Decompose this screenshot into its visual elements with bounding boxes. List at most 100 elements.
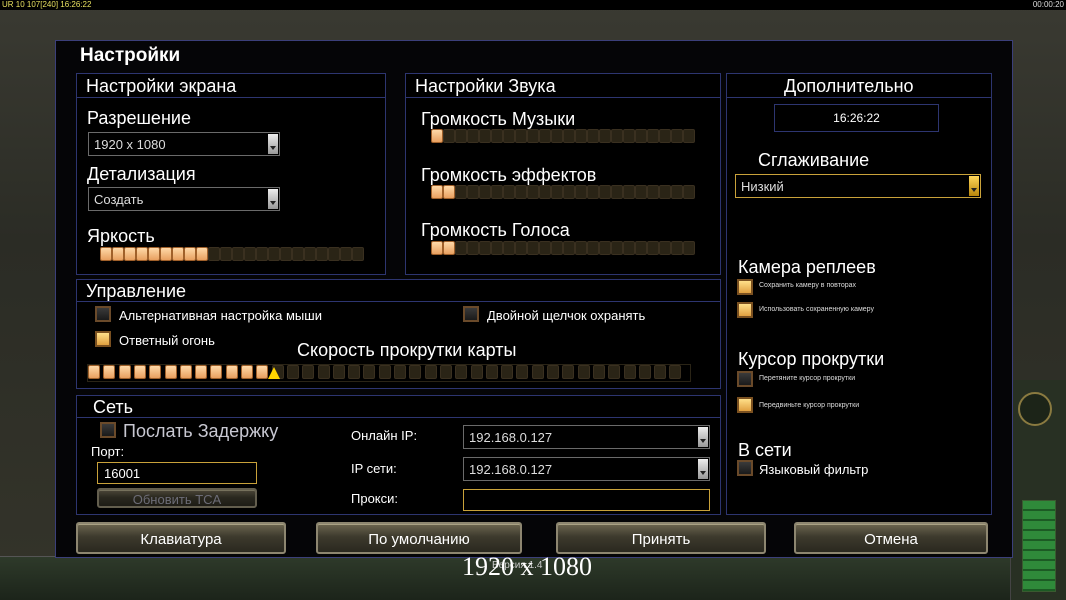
slider-segment[interactable] <box>635 241 647 255</box>
alt-mouse-checkbox[interactable] <box>95 306 111 322</box>
slider-segment[interactable] <box>455 185 467 199</box>
slider-segment[interactable] <box>623 365 636 379</box>
slider-segment[interactable] <box>611 185 623 199</box>
slider-segment[interactable] <box>527 185 539 199</box>
slider-segment[interactable] <box>256 247 268 261</box>
slider-segment[interactable] <box>348 365 361 379</box>
slider-segment[interactable] <box>623 185 635 199</box>
slider-segment[interactable] <box>112 247 124 261</box>
slider-segment[interactable] <box>304 247 316 261</box>
slider-segment[interactable] <box>683 241 695 255</box>
slider-segment[interactable] <box>431 241 443 255</box>
slider-segment[interactable] <box>563 241 575 255</box>
chevron-down-icon[interactable] <box>268 189 278 209</box>
music-volume-slider[interactable] <box>431 129 695 143</box>
slider-segment[interactable] <box>587 129 599 143</box>
slider-segment[interactable] <box>302 365 315 379</box>
slider-segment[interactable] <box>455 365 468 379</box>
slider-segment[interactable] <box>363 365 376 379</box>
slider-segment[interactable] <box>563 129 575 143</box>
slider-segment[interactable] <box>286 365 299 379</box>
slider-segment[interactable] <box>118 365 131 379</box>
slider-segment[interactable] <box>638 365 651 379</box>
slider-segment[interactable] <box>671 185 683 199</box>
slider-segment[interactable] <box>647 129 659 143</box>
slider-segment[interactable] <box>103 365 116 379</box>
slider-segment[interactable] <box>647 185 659 199</box>
slider-segment[interactable] <box>503 241 515 255</box>
radar-icon[interactable] <box>1018 392 1052 426</box>
slider-segment[interactable] <box>431 185 443 199</box>
slider-segment[interactable] <box>654 365 667 379</box>
slider-segment[interactable] <box>100 247 112 261</box>
slider-segment[interactable] <box>611 129 623 143</box>
slider-segment[interactable] <box>352 247 364 261</box>
slider-segment[interactable] <box>195 365 208 379</box>
slider-segment[interactable] <box>671 129 683 143</box>
slider-segment[interactable] <box>443 241 455 255</box>
slider-segment[interactable] <box>551 185 563 199</box>
slider-segment[interactable] <box>160 247 172 261</box>
slider-segment[interactable] <box>563 185 575 199</box>
slider-segment[interactable] <box>196 247 208 261</box>
proxy-field[interactable] <box>463 489 710 511</box>
slider-segment[interactable] <box>485 365 498 379</box>
slider-segment[interactable] <box>592 365 605 379</box>
scroll-speed-slider[interactable] <box>87 364 691 382</box>
cancel-button[interactable]: Отмена <box>794 522 988 554</box>
slider-segment[interactable] <box>470 365 483 379</box>
slider-segment[interactable] <box>562 365 575 379</box>
slider-segment[interactable] <box>671 241 683 255</box>
slider-segment[interactable] <box>443 185 455 199</box>
slider-segment[interactable] <box>527 241 539 255</box>
slider-segment[interactable] <box>491 129 503 143</box>
slider-segment[interactable] <box>608 365 621 379</box>
slider-segment[interactable] <box>467 129 479 143</box>
lan-ip-dropdown[interactable]: 192.168.0.127 <box>463 457 710 481</box>
slider-segment[interactable] <box>491 185 503 199</box>
slider-segment[interactable] <box>455 129 467 143</box>
slider-segment[interactable] <box>467 241 479 255</box>
slider-segment[interactable] <box>332 365 345 379</box>
slider-segment[interactable] <box>208 247 220 261</box>
slider-segment[interactable] <box>623 241 635 255</box>
slider-thumb-icon[interactable] <box>267 367 280 379</box>
slider-segment[interactable] <box>547 365 559 379</box>
slider-segment[interactable] <box>683 129 695 143</box>
slider-segment[interactable] <box>515 241 527 255</box>
slider-segment[interactable] <box>172 247 184 261</box>
port-field[interactable]: 16001 <box>97 462 257 484</box>
double-click-checkbox[interactable] <box>463 306 479 322</box>
slider-segment[interactable] <box>539 129 551 143</box>
resolution-dropdown[interactable]: 1920 x 1080 <box>88 132 280 156</box>
slider-segment[interactable] <box>328 247 340 261</box>
slider-segment[interactable] <box>683 185 695 199</box>
slider-segment[interactable] <box>539 241 551 255</box>
slider-segment[interactable] <box>424 365 437 379</box>
slider-segment[interactable] <box>409 365 422 379</box>
slider-segment[interactable] <box>232 247 244 261</box>
slider-segment[interactable] <box>479 241 491 255</box>
slider-segment[interactable] <box>378 365 391 379</box>
slider-segment[interactable] <box>225 365 238 379</box>
slider-segment[interactable] <box>179 365 192 379</box>
slider-segment[interactable] <box>577 365 590 379</box>
slider-segment[interactable] <box>124 247 136 261</box>
save-camera-checkbox[interactable] <box>737 279 753 295</box>
slider-segment[interactable] <box>479 129 491 143</box>
slider-segment[interactable] <box>515 185 527 199</box>
slider-segment[interactable] <box>443 129 455 143</box>
slider-segment[interactable] <box>244 247 256 261</box>
slider-segment[interactable] <box>635 185 647 199</box>
slider-segment[interactable] <box>317 365 330 379</box>
chevron-down-icon[interactable] <box>698 459 708 479</box>
slider-segment[interactable] <box>669 365 682 379</box>
slider-segment[interactable] <box>467 185 479 199</box>
slider-segment[interactable] <box>516 365 529 379</box>
brightness-slider[interactable] <box>100 247 364 261</box>
slider-segment[interactable] <box>575 185 587 199</box>
slider-segment[interactable] <box>575 129 587 143</box>
slider-segment[interactable] <box>292 247 304 261</box>
slider-segment[interactable] <box>220 247 232 261</box>
lang-filter-checkbox[interactable] <box>737 460 753 476</box>
